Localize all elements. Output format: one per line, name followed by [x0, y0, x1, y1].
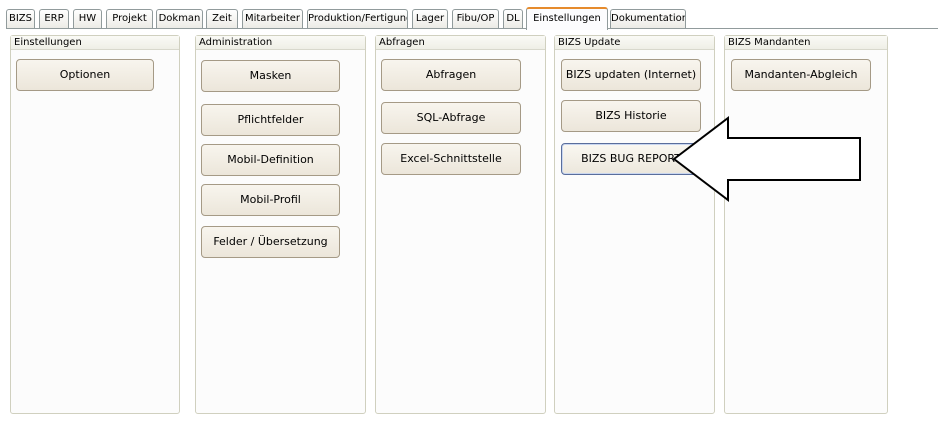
tab-dokman[interactable]: Dokman: [156, 9, 203, 28]
group-abfragen: Abfragen Abfragen SQL-Abfrage Excel-Schn…: [375, 35, 546, 414]
group-abfragen-title: Abfragen: [376, 36, 545, 50]
tab-dl[interactable]: DL: [503, 9, 523, 28]
group-einstellungen: Einstellungen Optionen: [10, 35, 180, 414]
tab-einstellungen[interactable]: Einstellungen: [526, 7, 608, 30]
tab-projekt[interactable]: Projekt: [106, 9, 153, 28]
application-window: BIZS ERP HW Projekt Dokman Zeit Mitarbei…: [0, 0, 945, 436]
tab-baseline: [6, 28, 938, 29]
group-administration-title: Administration: [196, 36, 365, 50]
excel-schnittstelle-button[interactable]: Excel-Schnittstelle: [381, 143, 521, 175]
group-bizs-update-title: BIZS Update: [555, 36, 714, 50]
optionen-button[interactable]: Optionen: [16, 59, 154, 91]
felder-uebersetzung-button[interactable]: Felder / Übersetzung: [201, 226, 340, 258]
group-einstellungen-title: Einstellungen: [11, 36, 179, 50]
group-bizs-update: BIZS Update BIZS updaten (Internet) BIZS…: [554, 35, 715, 414]
tab-dokumentation[interactable]: Dokumentation: [610, 9, 686, 28]
tab-erp[interactable]: ERP: [39, 9, 69, 28]
pflichtfelder-button[interactable]: Pflichtfelder: [201, 104, 340, 136]
tab-hw[interactable]: HW: [73, 9, 102, 28]
mobil-definition-button[interactable]: Mobil-Definition: [201, 144, 340, 176]
group-bizs-mandanten: BIZS Mandanten Mandanten-Abgleich: [724, 35, 888, 414]
group-bizs-mandanten-title: BIZS Mandanten: [725, 36, 887, 50]
tab-zeit[interactable]: Zeit: [206, 9, 238, 28]
tab-strip: BIZS ERP HW Projekt Dokman Zeit Mitarbei…: [6, 7, 938, 30]
bizs-updaten-internet-button[interactable]: BIZS updaten (Internet): [561, 59, 701, 91]
masken-button[interactable]: Masken: [201, 60, 340, 92]
mandanten-abgleich-button[interactable]: Mandanten-Abgleich: [731, 59, 871, 91]
group-administration: Administration Masken Pflichtfelder Mobi…: [195, 35, 366, 414]
tab-fibu-op[interactable]: Fibu/OP: [452, 9, 499, 28]
sql-abfrage-button[interactable]: SQL-Abfrage: [381, 102, 521, 134]
tab-lager[interactable]: Lager: [412, 9, 448, 28]
mobil-profil-button[interactable]: Mobil-Profil: [201, 184, 340, 216]
abfragen-button[interactable]: Abfragen: [381, 59, 521, 91]
tab-panel-einstellungen: Einstellungen Optionen Administration Ma…: [6, 29, 938, 429]
tab-bizs[interactable]: BIZS: [6, 9, 35, 28]
tab-mitarbeiter[interactable]: Mitarbeiter: [242, 9, 303, 28]
tab-produktion-fertigung[interactable]: Produktion/Fertigung: [307, 9, 408, 28]
pointer-arrow-icon: [672, 115, 861, 203]
